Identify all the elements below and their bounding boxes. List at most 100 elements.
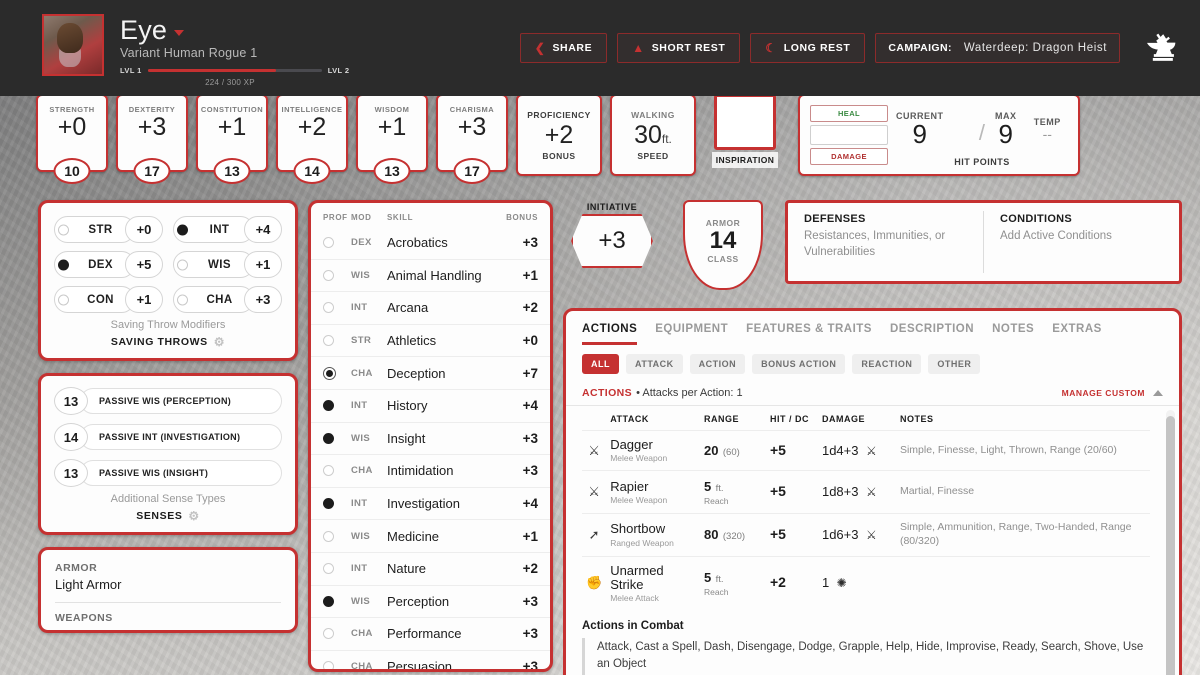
sense-passive-insight[interactable]: 13 PASSIVE WIS (INSIGHT) xyxy=(54,459,282,487)
speed-card[interactable]: WALKING 30ft. SPEED xyxy=(610,94,696,176)
proficiency-dot-icon[interactable] xyxy=(177,224,188,235)
skill-prof-cell[interactable] xyxy=(323,595,351,607)
tab-description[interactable]: DESCRIPTION xyxy=(890,323,974,345)
proficiency-dot-icon[interactable] xyxy=(323,237,334,249)
skill-row-persuasion[interactable]: CHA Persuasion +3 xyxy=(311,651,550,669)
armor-class-card[interactable]: ARMOR 14 CLASS xyxy=(675,200,771,290)
tab-actions[interactable]: ACTIONS xyxy=(582,323,638,345)
proficiency-dot-icon[interactable] xyxy=(177,259,188,270)
skill-prof-cell[interactable] xyxy=(323,335,351,347)
skill-prof-cell[interactable] xyxy=(323,661,351,669)
filter-pill-attack[interactable]: ATTACK xyxy=(626,354,683,374)
tab-features-traits[interactable]: FEATURES & TRAITS xyxy=(746,323,872,345)
tab-equipment[interactable]: EQUIPMENT xyxy=(655,323,728,345)
sense-passive-investigation[interactable]: 14 PASSIVE INT (INVESTIGATION) xyxy=(54,423,282,451)
proficiency-dot-icon[interactable] xyxy=(323,302,334,314)
character-name-row[interactable]: Eye xyxy=(120,16,349,44)
saving-throw-modifiers-hint[interactable]: Saving Throw Modifiers xyxy=(41,315,295,333)
tab-extras[interactable]: EXTRAS xyxy=(1052,323,1102,345)
damage-button[interactable]: DAMAGE xyxy=(810,148,888,165)
hp-current-column[interactable]: CURRENT 9 xyxy=(896,102,944,157)
ability-constitution[interactable]: CONSTITUTION +1 13 xyxy=(196,94,268,184)
gear-icon[interactable]: ⚙ xyxy=(214,335,225,349)
campaign-selector[interactable]: CAMPAIGN: Waterdeep: Dragon Heist xyxy=(875,33,1120,63)
saving-throw-str[interactable]: STR +0 xyxy=(54,216,163,243)
ability-intelligence[interactable]: INTELLIGENCE +2 14 xyxy=(276,94,348,184)
filter-pill-all[interactable]: ALL xyxy=(582,354,619,374)
proficiency-dot-icon[interactable] xyxy=(323,661,334,669)
skill-prof-cell[interactable] xyxy=(323,465,351,477)
skill-row-history[interactable]: INT History +4 xyxy=(311,390,550,423)
proficiency-dot-icon[interactable] xyxy=(58,224,69,235)
proficiency-dot-icon[interactable] xyxy=(323,465,334,477)
skill-row-animal-handling[interactable]: WIS Animal Handling +1 xyxy=(311,260,550,293)
proficiency-dot-icon[interactable] xyxy=(177,294,188,305)
proficiency-dot-icon[interactable] xyxy=(323,628,334,640)
saving-throw-int[interactable]: INT +4 xyxy=(173,216,282,243)
proficiency-bonus-card[interactable]: PROFICIENCY +2 BONUS xyxy=(516,94,602,176)
saving-throw-cha[interactable]: CHA +3 xyxy=(173,286,282,313)
saving-throw-wis[interactable]: WIS +1 xyxy=(173,251,282,278)
inspiration-toggle[interactable] xyxy=(714,94,776,150)
skill-row-medicine[interactable]: WIS Medicine +1 xyxy=(311,520,550,553)
ability-strength[interactable]: STRENGTH +0 10 xyxy=(36,94,108,184)
skill-row-acrobatics[interactable]: DEX Acrobatics +3 xyxy=(311,227,550,260)
skill-prof-cell[interactable] xyxy=(323,530,351,542)
skill-row-intimidation[interactable]: CHA Intimidation +3 xyxy=(311,455,550,488)
additional-sense-types-hint[interactable]: Additional Sense Types xyxy=(41,489,295,507)
initiative-card[interactable]: INITIATIVE +3 xyxy=(563,200,661,268)
chevron-up-icon[interactable] xyxy=(1153,390,1163,396)
hp-max-column[interactable]: MAX 9 xyxy=(985,102,1027,157)
filter-pill-bonus-action[interactable]: BONUS ACTION xyxy=(752,354,846,374)
skill-prof-cell[interactable] xyxy=(323,563,351,575)
hp-amount-input[interactable] xyxy=(810,125,888,145)
short-rest-button[interactable]: ▲ SHORT REST xyxy=(617,33,741,63)
defenses-section[interactable]: DEFENSES Resistances, Immunities, or Vul… xyxy=(788,211,983,273)
skill-prof-cell[interactable] xyxy=(323,269,351,281)
skill-row-arcana[interactable]: INT Arcana +2 xyxy=(311,292,550,325)
skill-row-nature[interactable]: INT Nature +2 xyxy=(311,553,550,586)
long-rest-button[interactable]: ☾ LONG REST xyxy=(750,33,866,63)
proficiency-dot-icon[interactable] xyxy=(323,563,334,575)
inspiration-card[interactable]: INSPIRATION xyxy=(704,94,786,168)
sense-passive-perception[interactable]: 13 PASSIVE WIS (PERCEPTION) xyxy=(54,387,282,415)
skill-row-deception[interactable]: CHA Deception +7 xyxy=(311,357,550,390)
proficiency-dot-icon[interactable] xyxy=(323,530,334,542)
proficiency-dot-icon[interactable] xyxy=(323,498,334,510)
saving-throw-dex[interactable]: DEX +5 xyxy=(54,251,163,278)
proficiency-dot-icon[interactable] xyxy=(323,269,334,281)
conditions-section[interactable]: CONDITIONS Add Active Conditions xyxy=(983,211,1179,273)
xp-progress-row[interactable]: LVL 1 LVL 2 xyxy=(120,66,349,75)
proficiency-dot-icon[interactable] xyxy=(323,335,334,347)
attack-row-shortbow[interactable]: ➚ Shortbow Ranged Weapon 80 (320) +5 1d6… xyxy=(582,513,1150,557)
share-button[interactable]: ❮ SHARE xyxy=(519,33,608,63)
expertise-dot-icon[interactable] xyxy=(323,366,336,380)
skill-row-perception[interactable]: WIS Perception +3 xyxy=(311,586,550,619)
filter-pill-other[interactable]: OTHER xyxy=(928,354,981,374)
ability-charisma[interactable]: CHARISMA +3 17 xyxy=(436,94,508,184)
skill-prof-cell[interactable] xyxy=(323,628,351,640)
hp-temp-column[interactable]: TEMP -- xyxy=(1027,102,1069,157)
attack-row-dagger[interactable]: ⚔ Dagger Melee Weapon 20 (60) +5 1d4+3 ⚔… xyxy=(582,429,1150,471)
chevron-down-icon[interactable] xyxy=(174,30,185,37)
proficiency-dot-icon[interactable] xyxy=(323,400,334,412)
skill-prof-cell[interactable] xyxy=(323,400,351,412)
heal-button[interactable]: HEAL xyxy=(810,105,888,122)
skill-row-athletics[interactable]: STR Athletics +0 xyxy=(311,325,550,358)
skill-prof-cell[interactable] xyxy=(323,302,351,314)
skill-row-performance[interactable]: CHA Performance +3 xyxy=(311,618,550,651)
tab-notes[interactable]: NOTES xyxy=(992,323,1034,345)
skill-prof-cell[interactable] xyxy=(323,498,351,510)
skill-row-investigation[interactable]: INT Investigation +4 xyxy=(311,488,550,521)
proficiency-dot-icon[interactable] xyxy=(58,294,69,305)
attack-row-unarmed-strike[interactable]: ✊ Unarmed Strike Melee Attack 5 ft. Reac… xyxy=(582,555,1150,611)
skill-prof-cell[interactable] xyxy=(323,432,351,444)
saving-throw-con[interactable]: CON +1 xyxy=(54,286,163,313)
character-portrait[interactable] xyxy=(42,14,104,76)
ability-wisdom[interactable]: WISDOM +1 13 xyxy=(356,94,428,184)
skill-prof-cell[interactable] xyxy=(323,237,351,249)
proficiency-dot-icon[interactable] xyxy=(323,595,334,607)
proficiency-dot-icon[interactable] xyxy=(58,259,69,270)
actions-scrollbar[interactable] xyxy=(1166,410,1175,675)
gear-icon[interactable]: ⚙ xyxy=(188,509,199,523)
